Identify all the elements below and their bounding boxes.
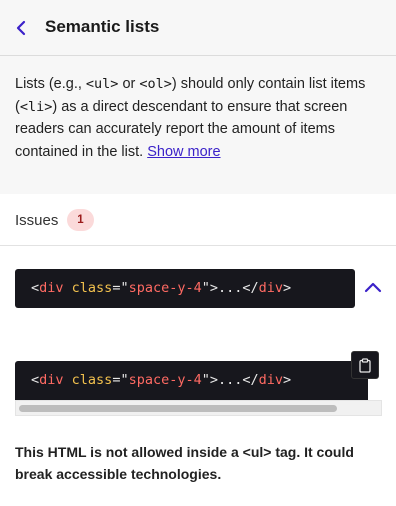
code-token: ...	[218, 280, 243, 296]
code-token: space-y-4	[128, 280, 202, 296]
issues-panel: Issues 1 <div class="space-y-4">...</div…	[0, 194, 396, 506]
code-token: </	[242, 280, 259, 296]
issue-code-detail: <div class="space-y-4">...</div>	[15, 361, 368, 400]
issues-count-badge: 1	[67, 209, 94, 231]
code-token: ="	[112, 372, 129, 388]
code-token: ...	[218, 372, 243, 388]
issues-label: Issues	[15, 212, 59, 229]
code-token: space-y-4	[128, 372, 202, 388]
code-token: >	[283, 372, 292, 388]
code-token: ">	[201, 372, 218, 388]
code-token: div	[258, 280, 284, 296]
code-token: class	[71, 280, 113, 296]
issues-header: Issues 1	[0, 194, 396, 246]
copy-code-button[interactable]	[351, 351, 379, 379]
description-text: or	[118, 76, 140, 92]
issue-message: This HTML is not allowed inside a <ul> t…	[15, 444, 354, 482]
chevron-up-icon	[364, 282, 382, 293]
issue-code-summary[interactable]: <div class="space-y-4">...</div>	[15, 269, 355, 308]
code-token: class	[71, 372, 113, 388]
code-token: >	[283, 280, 292, 296]
code-token: ">	[201, 280, 218, 296]
page-title: Semantic lists	[45, 17, 160, 36]
code-li: <li>	[19, 98, 53, 115]
collapse-button[interactable]	[361, 277, 385, 297]
rule-description: Lists (e.g., <ul> or <ol>) should only c…	[15, 73, 385, 163]
back-button[interactable]	[10, 16, 32, 40]
code-token: ="	[112, 280, 129, 296]
code-token: <	[31, 372, 40, 388]
code-token: div	[39, 280, 64, 296]
chevron-left-icon	[16, 20, 26, 36]
code-token: <	[31, 280, 40, 296]
code-ul: <ul>	[85, 76, 119, 92]
code-token: div	[39, 372, 64, 388]
header-bar: Semantic lists	[0, 0, 396, 56]
code-ol: <ol>	[139, 76, 172, 92]
scrollbar-thumb[interactable]	[19, 405, 337, 412]
horizontal-scrollbar[interactable]	[15, 400, 382, 416]
code-token: div	[258, 372, 284, 388]
show-more-link[interactable]: Show more	[147, 144, 220, 160]
description-text: Lists (e.g.,	[15, 76, 86, 92]
clipboard-icon	[359, 357, 371, 373]
code-token: </	[242, 372, 259, 388]
